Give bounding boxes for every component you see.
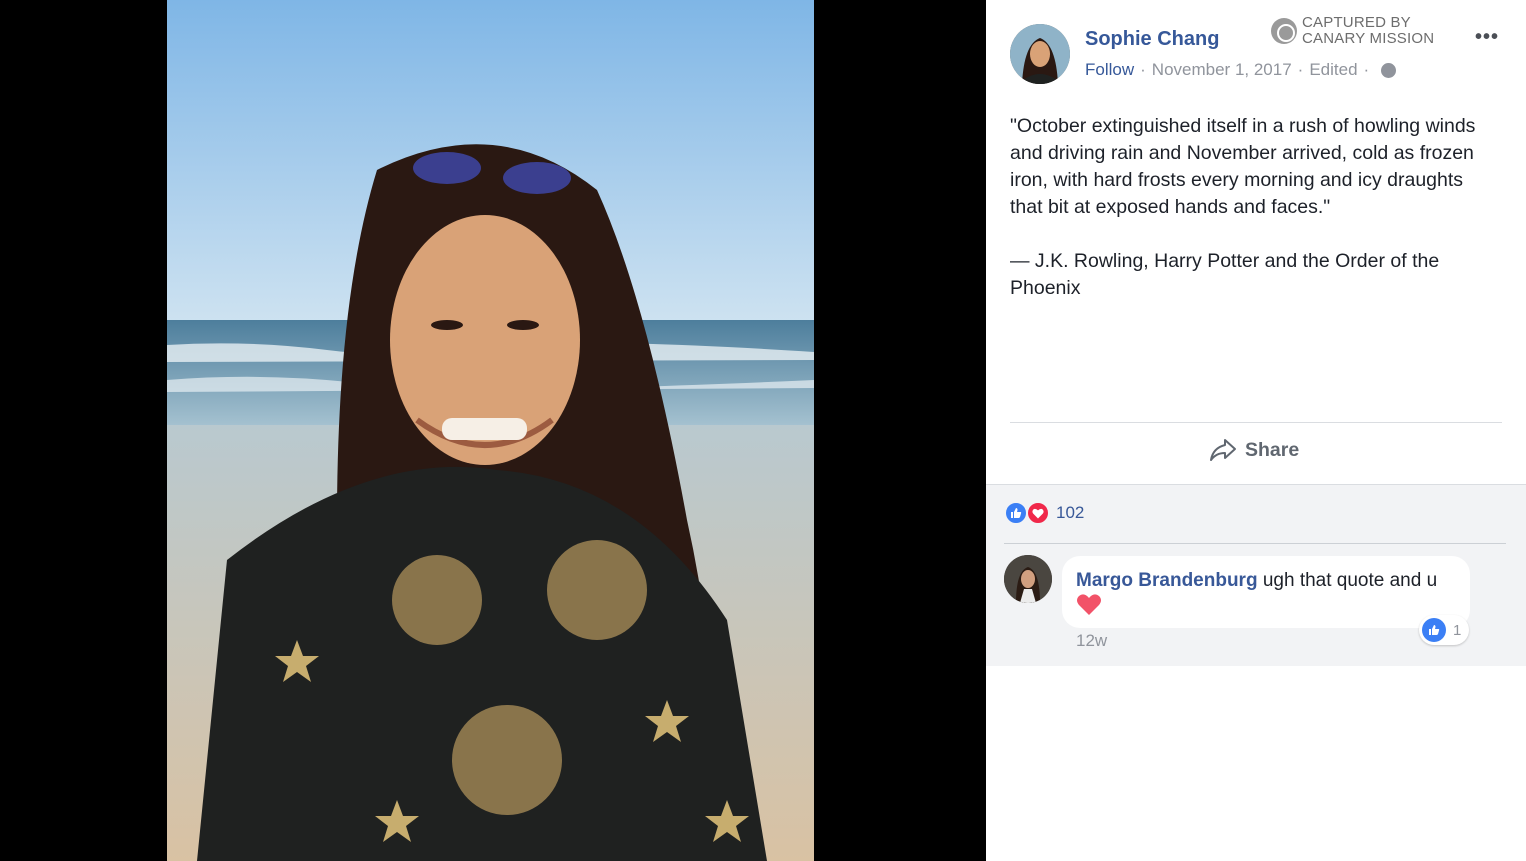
globe-icon[interactable] <box>1381 62 1397 78</box>
meta-separator: · <box>1297 60 1304 79</box>
follow-link[interactable]: Follow <box>1085 60 1134 80</box>
comment-like-count: 1 <box>1453 621 1462 639</box>
comment-text: ugh that quote and u <box>1262 570 1438 591</box>
post-quote: "October extinguished itself in a rush o… <box>1010 115 1476 218</box>
post-attribution: — J.K. Rowling, Harry Potter and the Ord… <box>1010 250 1440 299</box>
author-name[interactable]: Sophie Chang <box>1085 28 1219 51</box>
photo-image <box>167 0 814 861</box>
post-meta: Follow · November 1, 2017 · Edited · <box>1085 60 1397 80</box>
like-icon <box>1422 618 1446 642</box>
post-text: "October extinguished itself in a rush o… <box>1010 113 1500 329</box>
commenter-name[interactable]: Margo Brandenburg <box>1076 570 1258 591</box>
post-date[interactable]: November 1, 2017 <box>1152 60 1292 80</box>
divider <box>1004 543 1506 544</box>
comment-bubble: Margo Brandenburg ugh that quote and u <box>1062 556 1470 628</box>
post-panel: Sophie Chang CAPTURED BY CANARY MISSION … <box>986 0 1526 861</box>
watermark-line1: CAPTURED BY <box>1302 14 1411 31</box>
love-icon <box>1026 501 1050 525</box>
comments-section: 102 Margo Brandenburg ugh that quote and… <box>986 484 1526 666</box>
divider <box>1010 422 1502 423</box>
meta-separator: · <box>1140 60 1146 79</box>
watermark-line2: CANARY MISSION <box>1302 30 1435 47</box>
media-viewer <box>0 0 986 861</box>
commenter-avatar[interactable] <box>1004 555 1052 603</box>
share-button[interactable]: Share <box>1209 438 1299 462</box>
edited-label[interactable]: Edited <box>1309 60 1357 80</box>
share-icon <box>1210 439 1236 461</box>
canary-mission-watermark: CAPTURED BY CANARY MISSION <box>1271 15 1434 47</box>
post-photo[interactable] <box>167 0 814 861</box>
like-icon <box>1004 501 1028 525</box>
meta-separator: · <box>1363 60 1370 79</box>
comment-timestamp[interactable]: 12w <box>1076 631 1107 651</box>
author-avatar[interactable] <box>1010 24 1070 84</box>
reactions-summary[interactable]: 102 <box>1004 501 1084 525</box>
reaction-count[interactable]: 102 <box>1056 503 1084 523</box>
comment-reaction-badge[interactable]: 1 <box>1419 615 1470 645</box>
watermark-icon <box>1271 18 1297 44</box>
more-options-button[interactable]: ••• <box>1475 26 1499 49</box>
heart-emoji-icon <box>1077 594 1101 615</box>
share-label: Share <box>1245 438 1300 461</box>
